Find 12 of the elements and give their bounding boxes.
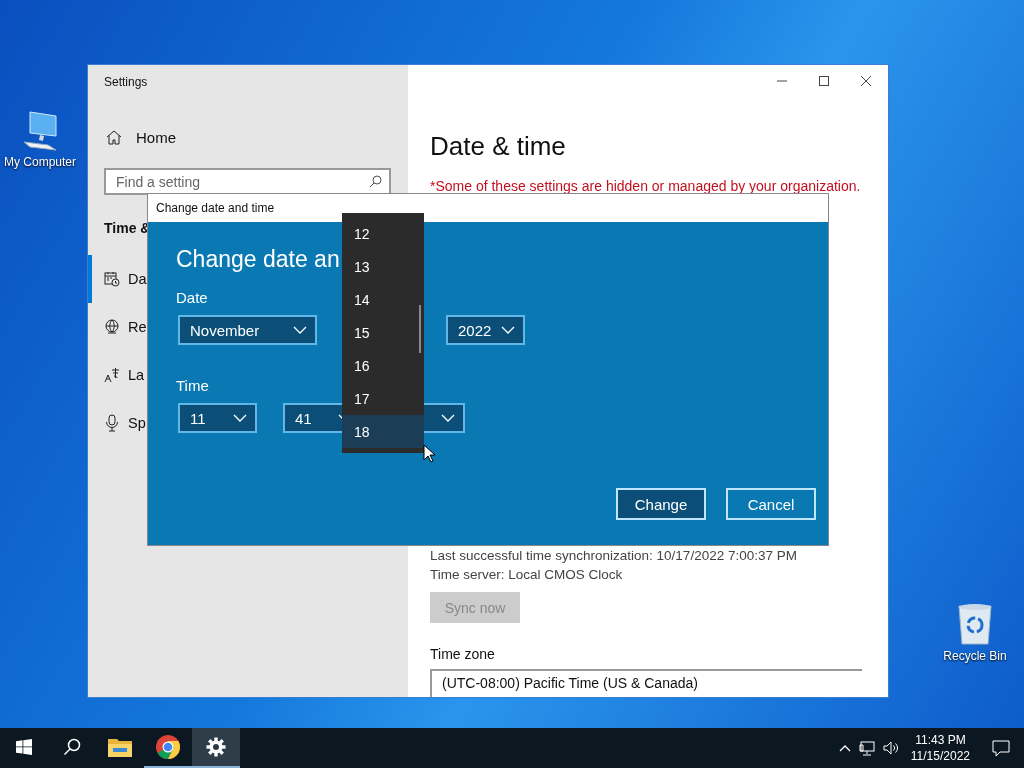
dialog-heading: Change date an xyxy=(176,246,340,273)
dialog-title: Change date and time xyxy=(156,201,275,215)
sync-info-text: Last successful time synchronization: 10/17/2022 7:00:37 PM xyxy=(430,547,798,565)
date-text: 11/15/2022 xyxy=(910,748,970,764)
window-title: Settings xyxy=(104,75,149,89)
time-text: 11:43 PM xyxy=(915,732,966,748)
field-label: Time xyxy=(176,377,209,394)
field-label: Time zone xyxy=(430,646,496,662)
sync-info-text: Time server: Local CMOS Clock xyxy=(430,566,624,584)
field-label: Date xyxy=(176,289,208,306)
page-heading: Date & time xyxy=(430,131,567,162)
policy-notice: *Some of these settings are hidden or managed by your organization. xyxy=(430,178,862,194)
